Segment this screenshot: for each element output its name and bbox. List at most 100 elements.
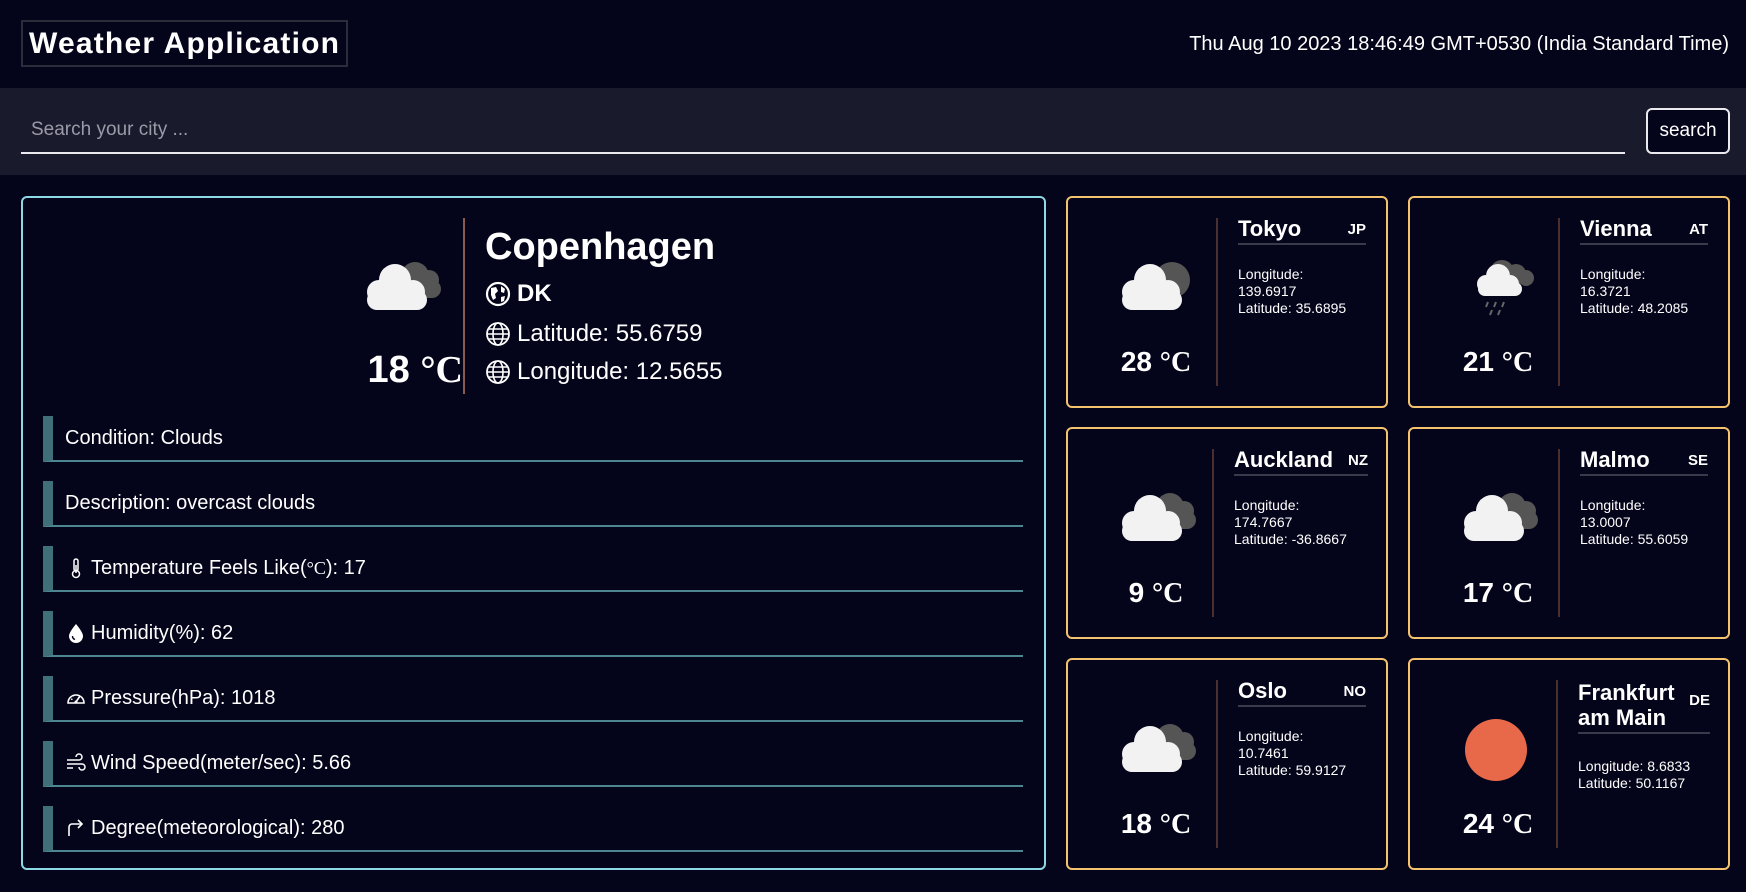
longitude-label: Longitude:	[1580, 266, 1646, 282]
city-header: Malmo SE	[1580, 447, 1708, 476]
main-longitude: Longitude: 12.5655	[517, 358, 723, 385]
city-coordinates: Longitude: 10.7461 Latitude: 59.9127	[1238, 728, 1368, 779]
longitude-value: 174.7667	[1234, 514, 1293, 530]
country-code: SE	[1687, 452, 1708, 469]
longitude-text: Longitude: 8.6833	[1578, 758, 1691, 774]
longitude-value: 139.6917	[1238, 283, 1297, 299]
city-temperature: 18 °C	[1088, 808, 1224, 841]
city-temperature: 21 °C	[1430, 346, 1566, 379]
city-name: Vienna	[1580, 216, 1652, 241]
search-input[interactable]	[21, 108, 1625, 154]
city-coordinates: Longitude: 139.6917 Latitude: 35.6895	[1238, 266, 1368, 317]
city-temperature: 17 °C	[1430, 577, 1566, 610]
longitude-value: 16.3721	[1580, 283, 1631, 299]
detail-feels-like: Temperature Feels Like(°C): 17	[43, 546, 1023, 592]
city-card-malmo[interactable]: 17 °C Malmo SE Longitude: 13.0007 Latitu…	[1408, 427, 1730, 639]
main-city-name: Copenhagen	[485, 226, 716, 268]
app-title: Weather Application	[21, 20, 349, 67]
main-country-row: DK	[485, 280, 552, 308]
city-name: Oslo	[1238, 678, 1287, 703]
speedometer-icon	[67, 694, 85, 704]
city-card-oslo[interactable]: 18 °C Oslo NO Longitude: 10.7461 Latitud…	[1066, 658, 1388, 870]
search-button[interactable]: search	[1646, 108, 1730, 154]
latitude-text: Latitude: 50.1167	[1578, 775, 1686, 791]
main-latitude-row: Latitude: 55.6759	[485, 320, 703, 348]
city-card-auckland[interactable]: 9 °C Auckland NZ Longitude: 174.7667 Lat…	[1066, 427, 1388, 639]
main-temperature: 18 °C	[293, 348, 463, 392]
city-divider	[1558, 218, 1560, 386]
longitude-label: Longitude:	[1238, 266, 1304, 282]
main-latitude: Latitude: 55.6759	[517, 320, 703, 347]
city-name: Tokyo	[1238, 216, 1302, 241]
city-header: Frankfurt am Main DE	[1578, 680, 1710, 734]
main-longitude-row: Longitude: 12.5655	[485, 358, 723, 386]
city-card-frankfurt[interactable]: 24 °C Frankfurt am Main DE Longitude: 8.…	[1408, 658, 1730, 870]
city-temp-unit: °C	[1501, 347, 1534, 378]
latitude-text: Latitude: 59.9127	[1238, 762, 1347, 778]
detail-degree: Degree(meteorological): 280	[43, 806, 1023, 852]
wind-speed-text: Wind Speed(meter/sec): 5.66	[91, 751, 352, 774]
city-header: Vienna AT	[1580, 216, 1708, 245]
city-temp-value: 17	[1462, 577, 1494, 608]
city-card-vienna[interactable]: 21 °C Vienna AT Longitude: 16.3721 Latit…	[1408, 196, 1730, 408]
country-code: NO	[1343, 683, 1367, 700]
city-header: Auckland NZ	[1234, 447, 1368, 476]
latitude-text: Latitude: 55.6059	[1580, 531, 1689, 547]
condition-text: Condition: Clouds	[65, 426, 223, 449]
country-code: AT	[1689, 221, 1708, 238]
city-temp-value: 21	[1462, 346, 1494, 377]
city-temp-unit: °C	[1159, 809, 1192, 840]
feels-like-value: ): 17	[325, 556, 366, 579]
city-name: Frankfurt am Main	[1578, 680, 1675, 730]
rain-cloud-icon	[1477, 260, 1534, 316]
longitude-label: Longitude:	[1234, 497, 1300, 513]
city-coordinates: Longitude: 8.6833 Latitude: 50.1167	[1578, 758, 1708, 792]
longitude-label: Longitude:	[1238, 728, 1304, 744]
app-header: Weather Application Thu Aug 10 2023 18:4…	[0, 0, 1746, 88]
city-header: Oslo NO	[1238, 678, 1366, 707]
main-country-code: DK	[517, 280, 552, 307]
detail-wind-speed: Wind Speed(meter/sec): 5.66	[43, 741, 1023, 787]
city-temp-unit: °C	[1501, 578, 1534, 609]
feels-like-unit: °C	[306, 557, 326, 578]
city-coordinates: Longitude: 174.7667 Latitude: -36.8667	[1234, 497, 1364, 548]
city-temp-value: 24	[1462, 808, 1494, 839]
city-card-tokyo[interactable]: 28 °C Tokyo JP Longitude: 139.6917 Latit…	[1066, 196, 1388, 408]
globe-icon	[486, 322, 510, 346]
pressure-text: Pressure(hPa): 1018	[91, 686, 276, 709]
city-temp-unit: °C	[1159, 347, 1192, 378]
overcast-clouds-icon	[367, 262, 441, 310]
city-divider	[1558, 449, 1560, 617]
city-header: Tokyo JP	[1238, 216, 1366, 245]
city-temp-unit: °C	[1501, 809, 1534, 840]
description-text: Description: overcast clouds	[65, 491, 316, 514]
longitude-value: 10.7461	[1238, 745, 1289, 761]
city-temp-value: 28	[1120, 346, 1152, 377]
longitude-value: 13.0007	[1580, 514, 1631, 530]
detail-condition: Condition: Clouds	[43, 416, 1023, 462]
wind-icon	[67, 753, 86, 771]
city-temp-value: 9	[1128, 577, 1145, 608]
detail-description: Description: overcast clouds	[43, 481, 1023, 527]
latitude-text: Latitude: 48.2085	[1580, 300, 1689, 316]
city-temp-unit: °C	[1151, 578, 1184, 609]
detail-humidity: Humidity(%): 62	[43, 611, 1023, 657]
city-divider	[1216, 680, 1218, 848]
main-temp-unit: °C	[420, 349, 463, 391]
city-divider	[1212, 449, 1214, 617]
city-divider	[1216, 218, 1218, 386]
city-temp-value: 18	[1120, 808, 1152, 839]
turn-right-arrow-icon	[68, 819, 84, 836]
globe-icon	[486, 360, 510, 384]
globe-americas-icon	[485, 281, 511, 307]
humidity-text: Humidity(%): 62	[91, 621, 234, 644]
main-divider	[463, 218, 465, 394]
city-temperature: 9 °C	[1088, 577, 1224, 610]
degree-text: Degree(meteorological): 280	[91, 816, 345, 839]
overcast-clouds-icon	[1122, 724, 1196, 772]
city-coordinates: Longitude: 16.3721 Latitude: 48.2085	[1580, 266, 1710, 317]
feels-like-prefix: Temperature Feels Like(	[91, 556, 307, 579]
country-code: NZ	[1348, 452, 1368, 469]
broken-clouds-icon	[1122, 262, 1190, 310]
city-divider	[1556, 680, 1558, 848]
